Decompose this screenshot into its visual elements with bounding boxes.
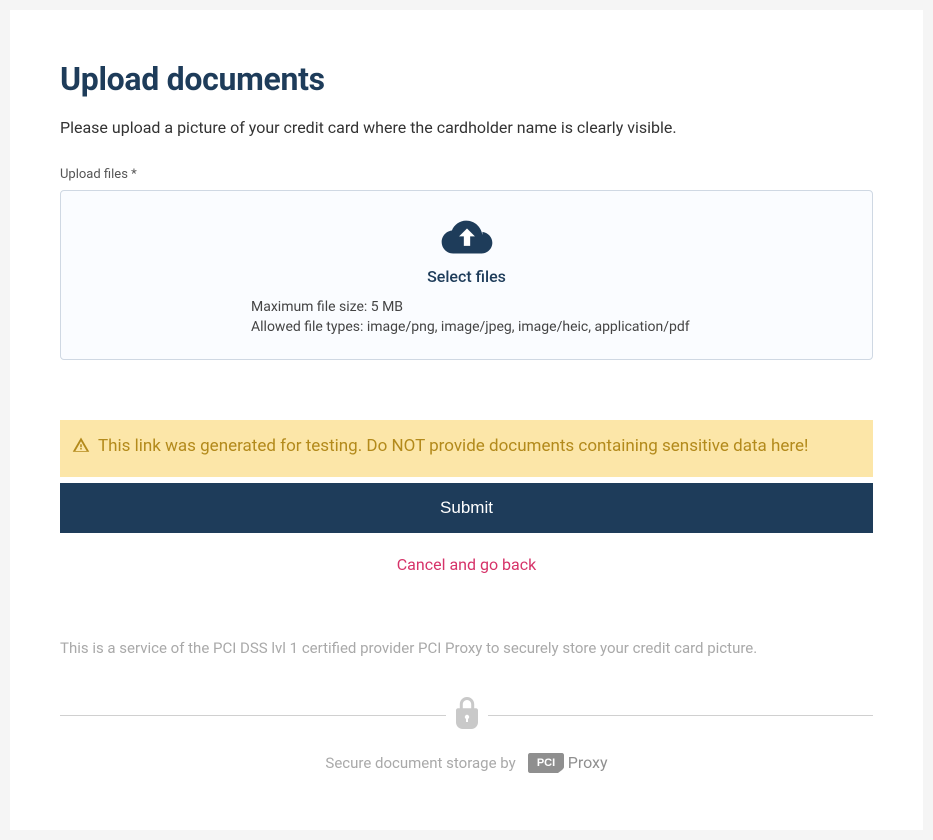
file-hints: Maximum file size: 5 MB Allowed file typ… [81,298,852,337]
pci-proxy-logo: PCI Proxy [526,751,608,775]
file-dropzone[interactable]: Select files Maximum file size: 5 MB All… [60,190,873,360]
upload-label: Upload files * [60,167,873,182]
cloud-upload-icon [441,219,493,267]
max-size-hint: Maximum file size: 5 MB [251,298,852,318]
brand-proxy-text: Proxy [568,753,608,772]
page-description: Please upload a picture of your credit c… [60,118,873,137]
svg-text:PCI: PCI [537,757,555,769]
lock-icon [456,714,478,733]
select-files-label: Select files [427,267,506,286]
footer-brand: Secure document storage by PCI Proxy [60,751,873,775]
warning-icon [72,436,90,463]
service-disclaimer: This is a service of the PCI DSS lvl 1 c… [60,639,873,657]
divider [60,697,873,733]
submit-button[interactable]: Submit [60,483,873,533]
warning-text: This link was generated for testing. Do … [98,434,808,460]
storage-by-label: Secure document storage by [325,754,515,772]
allowed-types-hint: Allowed file types: image/png, image/jpe… [251,318,852,338]
page-title: Upload documents [60,60,873,98]
upload-card: Upload documents Please upload a picture… [10,10,923,830]
cancel-link[interactable]: Cancel and go back [60,555,873,574]
warning-banner: This link was generated for testing. Do … [60,420,873,477]
